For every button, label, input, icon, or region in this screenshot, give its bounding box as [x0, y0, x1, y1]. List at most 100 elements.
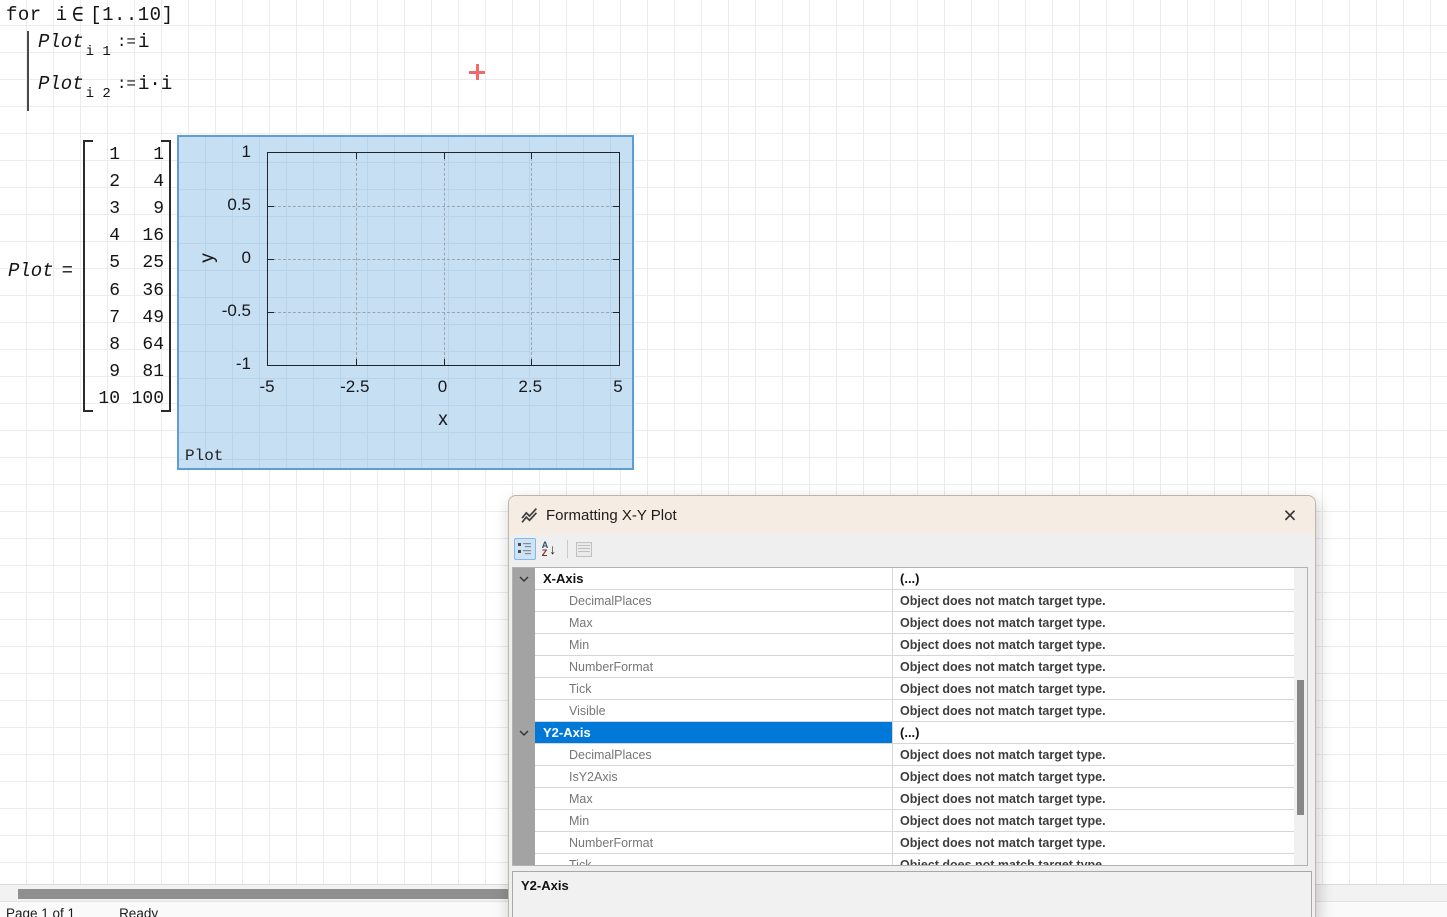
matrix-row: 749 — [92, 304, 164, 331]
x-tick-label: 2.5 — [518, 377, 542, 397]
property-name-cell[interactable]: Min — [535, 634, 892, 656]
property-row[interactable]: Max Object does not match target type. — [513, 612, 1294, 634]
matrix-cell: 49 — [124, 308, 164, 328]
scrollbar-thumb[interactable] — [1297, 680, 1304, 815]
category-chevron[interactable] — [513, 788, 535, 810]
property-name-cell[interactable]: DecimalPlaces — [535, 744, 892, 766]
property-row[interactable]: Visible Object does not match target typ… — [513, 700, 1294, 722]
property-row[interactable]: Y2-Axis (...) — [513, 722, 1294, 744]
property-name-cell[interactable]: Y2-Axis — [535, 722, 892, 744]
property-name-cell[interactable]: NumberFormat — [535, 656, 892, 678]
category-chevron[interactable] — [513, 744, 535, 766]
y-tick-label: 0 — [242, 248, 251, 268]
xy-plot-region-selected[interactable]: 10.50-0.5-1 -5-2.502.55 y x Plot — [177, 135, 634, 470]
category-chevron[interactable] — [513, 766, 535, 788]
property-name-cell[interactable]: Tick — [535, 854, 892, 866]
plot-gridline — [268, 312, 619, 313]
assign-operator: := — [117, 75, 136, 93]
matrix-cell: 7 — [92, 308, 120, 328]
x-tick-label: -2.5 — [340, 377, 369, 397]
property-value-cell[interactable]: Object does not match target type. — [892, 788, 1294, 810]
property-value-cell[interactable]: Object does not match target type. — [892, 656, 1294, 678]
category-chevron[interactable] — [513, 810, 535, 832]
property-value-cell[interactable]: Object does not match target type. — [892, 612, 1294, 634]
x-tick-label: -5 — [259, 377, 274, 397]
property-name-cell[interactable]: Max — [535, 788, 892, 810]
category-chevron[interactable] — [513, 568, 535, 590]
category-chevron[interactable] — [513, 832, 535, 854]
category-chevron[interactable] — [513, 656, 535, 678]
property-name-cell[interactable]: DecimalPlaces — [535, 590, 892, 612]
y-tick-label: -1 — [236, 354, 251, 374]
categorized-view-button[interactable] — [514, 538, 536, 560]
property-value-cell[interactable]: Object does not match target type. — [892, 634, 1294, 656]
dialog-title: Formatting X-Y Plot — [546, 507, 677, 524]
property-row[interactable]: Min Object does not match target type. — [513, 810, 1294, 832]
matrix-row: 10100 — [92, 386, 164, 413]
property-row[interactable]: Min Object does not match target type. — [513, 634, 1294, 656]
category-chevron[interactable] — [513, 612, 535, 634]
category-chevron[interactable] — [513, 700, 535, 722]
property-grid-toolbar: AZ ↓ — [514, 536, 597, 562]
property-value-cell[interactable]: Object does not match target type. — [892, 678, 1294, 700]
alphabetical-sort-button[interactable]: AZ ↓ — [538, 538, 560, 560]
property-value-cell[interactable]: Object does not match target type. — [892, 766, 1294, 788]
property-row[interactable]: Tick Object does not match target type. — [513, 854, 1294, 866]
property-grid: X-Axis (...) DecimalPlaces Object does n… — [512, 567, 1308, 866]
property-name-cell[interactable]: Tick — [535, 678, 892, 700]
loop-body-line-1: Plot i 1 := i — [38, 31, 149, 60]
matrix-row: 11 — [92, 141, 164, 168]
property-row[interactable]: NumberFormat Object does not match targe… — [513, 656, 1294, 678]
property-row[interactable]: Tick Object does not match target type. — [513, 678, 1294, 700]
property-name-cell[interactable]: NumberFormat — [535, 832, 892, 854]
close-icon[interactable]: × — [1277, 502, 1303, 528]
property-grid-scrollbar[interactable] — [1294, 568, 1307, 865]
property-value-cell[interactable]: (...) — [892, 568, 1294, 590]
property-row[interactable]: DecimalPlaces Object does not match targ… — [513, 590, 1294, 612]
loop-body-bar — [27, 31, 29, 111]
equals-sign: = — [62, 260, 73, 282]
x-tick-label: 0 — [438, 377, 447, 397]
categorized-icon — [517, 541, 533, 557]
property-row[interactable]: NumberFormat Object does not match targe… — [513, 832, 1294, 854]
category-chevron[interactable] — [513, 634, 535, 656]
property-value-cell[interactable]: Object does not match target type. — [892, 744, 1294, 766]
property-name-cell[interactable]: Max — [535, 612, 892, 634]
property-row[interactable]: IsY2Axis Object does not match target ty… — [513, 766, 1294, 788]
property-pages-button[interactable] — [573, 538, 595, 560]
matrix-cell: 100 — [124, 389, 164, 409]
property-row[interactable]: Max Object does not match target type. — [513, 788, 1294, 810]
category-chevron[interactable] — [513, 590, 535, 612]
property-value-cell[interactable]: Object does not match target type. — [892, 854, 1294, 866]
category-chevron[interactable] — [513, 678, 535, 700]
property-value-cell[interactable]: Object does not match target type. — [892, 810, 1294, 832]
description-title: Y2-Axis — [521, 878, 1303, 893]
dialog-titlebar[interactable]: Formatting X-Y Plot × — [509, 496, 1315, 534]
az-sort-icon: AZ ↓ — [542, 541, 557, 557]
property-name-cell[interactable]: Min — [535, 810, 892, 832]
property-row[interactable]: DecimalPlaces Object does not match targ… — [513, 744, 1294, 766]
subscript: i 2 — [86, 86, 111, 102]
plot-frame — [267, 152, 620, 366]
property-row[interactable]: X-Axis (...) — [513, 568, 1294, 590]
axis-tick-mark — [613, 312, 619, 313]
category-chevron[interactable] — [513, 722, 535, 744]
category-chevron[interactable] — [513, 854, 535, 866]
property-value-cell[interactable]: Object does not match target type. — [892, 700, 1294, 722]
property-value-cell[interactable]: Object does not match target type. — [892, 590, 1294, 612]
matrix-cell: 36 — [124, 281, 164, 301]
matrix-row: 39 — [92, 195, 164, 222]
loop-variable: i — [56, 4, 68, 26]
math-region-for-loop[interactable]: for i ∈ [1..10] Plot i 1 := i Plot i 2 :… — [6, 2, 174, 28]
matrix-row: 864 — [92, 331, 164, 358]
matrix-row: 24 — [92, 168, 164, 195]
element-of-symbol: ∈ — [72, 2, 85, 28]
property-name-cell[interactable]: IsY2Axis — [535, 766, 892, 788]
property-value-cell[interactable]: Object does not match target type. — [892, 832, 1294, 854]
matrix-cell: 16 — [124, 226, 164, 246]
matrix-cell: 81 — [124, 362, 164, 382]
expression: i — [138, 31, 149, 53]
property-value-cell[interactable]: (...) — [892, 722, 1294, 744]
property-name-cell[interactable]: X-Axis — [535, 568, 892, 590]
property-name-cell[interactable]: Visible — [535, 700, 892, 722]
